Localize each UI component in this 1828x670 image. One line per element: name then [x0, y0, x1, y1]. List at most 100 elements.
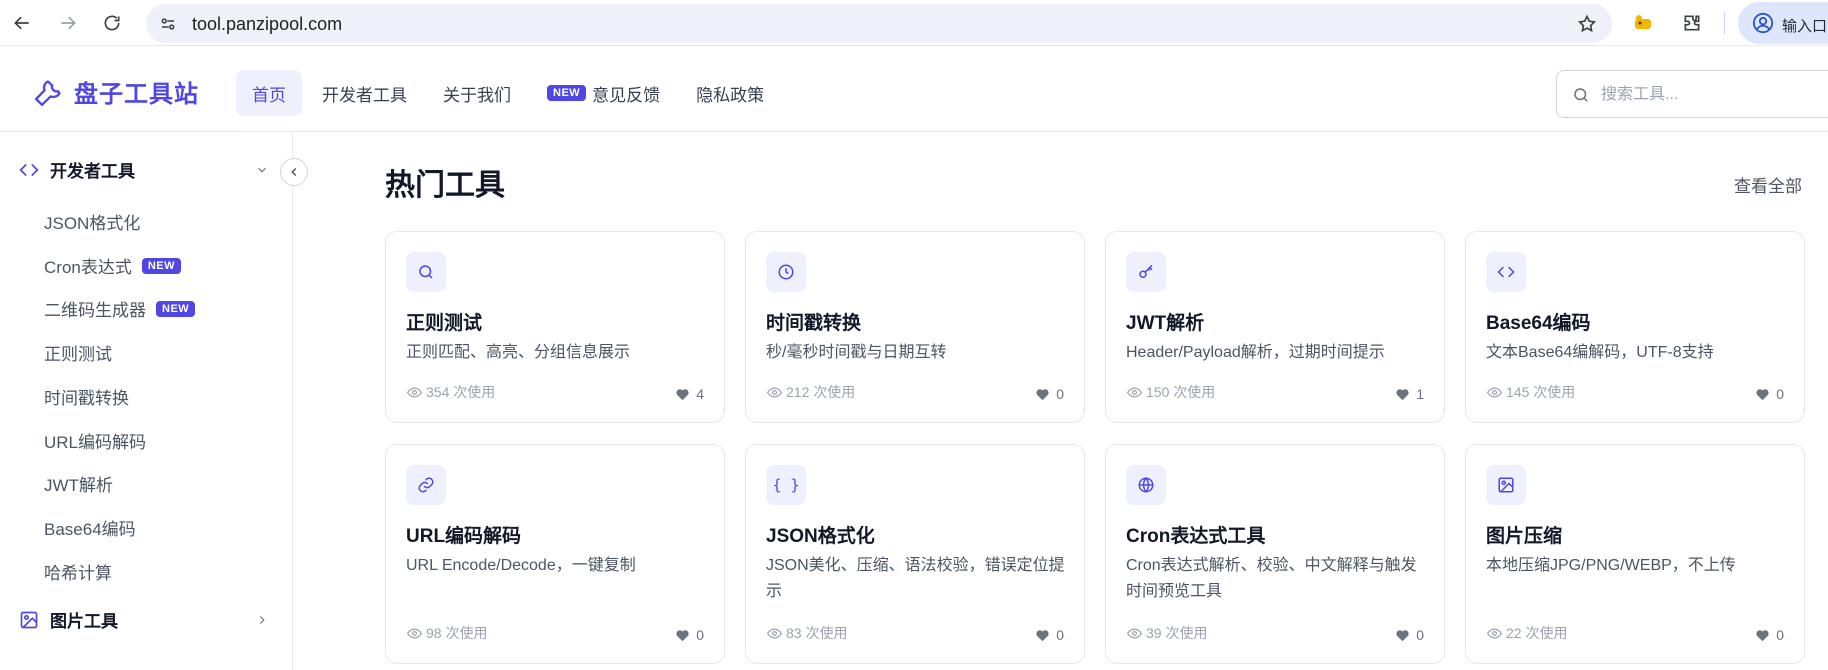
- like-button[interactable]: 0: [1034, 627, 1064, 643]
- like-count: 0: [1776, 627, 1784, 643]
- wrench-icon: [34, 77, 64, 107]
- site-logo[interactable]: 盘子工具站: [34, 74, 199, 109]
- sidebar-item-timestamp[interactable]: 时间戳转换: [44, 384, 129, 409]
- like-button[interactable]: 0: [1754, 627, 1784, 643]
- usage-text: 98 次使用: [426, 625, 488, 641]
- tool-card-cron[interactable]: Cron表达式工具 Cron表达式解析、校验、中文解释与触发时间预览工具 39 …: [1105, 444, 1445, 664]
- view-all-link[interactable]: 查看全部: [1734, 172, 1802, 197]
- card-description: URL Encode/Decode，一键复制: [406, 557, 636, 574]
- bookmark-star-icon[interactable]: [1576, 13, 1598, 35]
- usage-text: 22 次使用: [1506, 625, 1568, 641]
- usage-count: 150 次使用: [1126, 382, 1215, 402]
- card-title: URL编码解码: [406, 526, 522, 547]
- sidebar-item-regex[interactable]: 正则测试: [44, 340, 112, 365]
- heart-icon: [1034, 386, 1050, 402]
- sidebar-group-developer-tools[interactable]: 开发者工具: [18, 157, 270, 182]
- card-title: Base64编码: [1486, 313, 1591, 334]
- heart-icon: [1394, 627, 1410, 643]
- profile-label: 输入口: [1782, 18, 1828, 35]
- nav-feedback-label: 意见反馈: [592, 85, 661, 105]
- sidebar-item-label: Cron表达式: [44, 258, 132, 277]
- chevron-down-icon[interactable]: [254, 162, 270, 178]
- usage-count: 83 次使用: [766, 623, 847, 643]
- sidebar-item-cron[interactable]: Cron表达式 NEW: [44, 253, 182, 278]
- eye-icon: [1486, 384, 1502, 400]
- globe-icon: [1126, 465, 1166, 505]
- like-button[interactable]: 0: [1034, 386, 1064, 402]
- eye-icon: [766, 625, 782, 641]
- nav-home-label: 首页: [252, 85, 286, 105]
- nav-home[interactable]: 首页: [236, 70, 302, 116]
- tool-card-jwt[interactable]: JWT解析 Header/Payload解析，过期时间提示 150 次使用 1: [1105, 231, 1445, 423]
- tool-card-json[interactable]: { } JSON格式化 JSON美化、压缩、语法校验，错误定位提示 83 次使用…: [745, 444, 1085, 664]
- back-icon[interactable]: [8, 9, 36, 37]
- search-icon: [406, 252, 446, 292]
- eye-icon: [766, 384, 782, 400]
- nav-about[interactable]: 关于我们: [427, 70, 527, 116]
- like-button[interactable]: 0: [674, 627, 704, 643]
- like-button[interactable]: 0: [1754, 386, 1784, 402]
- tool-card-base64[interactable]: Base64编码 文本Base64编解码，UTF-8支持 145 次使用 0: [1465, 231, 1805, 423]
- code-icon: [18, 159, 40, 181]
- sidebar-item-url[interactable]: URL编码解码: [44, 428, 146, 453]
- sidebar-collapse-button[interactable]: [280, 158, 308, 186]
- extension-icon[interactable]: [1630, 9, 1658, 37]
- usage-count: 22 次使用: [1486, 623, 1567, 643]
- like-count: 0: [1056, 627, 1064, 643]
- search-input[interactable]: [1601, 83, 1801, 107]
- like-button[interactable]: 0: [1394, 627, 1424, 643]
- nav-feedback[interactable]: NEW 意见反馈: [531, 70, 676, 116]
- tool-card-timestamp[interactable]: 时间戳转换 秒/毫秒时间戳与日期互转 212 次使用 0: [745, 231, 1085, 423]
- tool-card-regex[interactable]: 正则测试 正则匹配、高亮、分组信息展示 354 次使用 4: [385, 231, 725, 423]
- heart-icon: [1034, 627, 1050, 643]
- nav-developer-tools[interactable]: 开发者工具: [306, 70, 423, 116]
- browser-toolbar: tool.panzipool.com 输入口: [0, 0, 1828, 46]
- like-count: 0: [1416, 627, 1424, 643]
- sidebar-item-hash[interactable]: 哈希计算: [44, 559, 112, 584]
- usage-text: 83 次使用: [786, 625, 848, 641]
- sidebar-item-json[interactable]: JSON格式化: [44, 209, 140, 234]
- sidebar-item-label: URL编码解码: [44, 433, 147, 452]
- eye-icon: [1486, 625, 1502, 641]
- card-description: 本地压缩JPG/PNG/WEBP，不上传: [1486, 557, 1736, 574]
- sidebar-item-base64[interactable]: Base64编码: [44, 515, 136, 540]
- eye-icon: [406, 384, 422, 400]
- key-icon: [1126, 252, 1166, 292]
- site-settings-icon[interactable]: [158, 14, 178, 34]
- forward-icon[interactable]: [54, 9, 82, 37]
- usage-text: 354 次使用: [426, 384, 496, 400]
- card-title: 正则测试: [406, 313, 483, 334]
- sidebar-group-label: 开发者工具: [50, 162, 135, 181]
- chevron-right-icon[interactable]: [254, 612, 270, 628]
- extensions-puzzle-icon[interactable]: [1678, 9, 1706, 37]
- sidebar-item-jwt[interactable]: JWT解析: [44, 471, 113, 496]
- card-title: JSON格式化: [766, 526, 875, 547]
- sidebar-group-label: 图片工具: [50, 612, 118, 631]
- like-button[interactable]: 4: [674, 386, 704, 402]
- sidebar-group-image-tools[interactable]: 图片工具: [18, 607, 270, 632]
- search-box[interactable]: [1556, 70, 1828, 118]
- sidebar-item-label: 哈希计算: [44, 564, 112, 583]
- profile-avatar-icon: [1752, 12, 1774, 34]
- main-nav: 首页 开发者工具 关于我们 NEW 意见反馈 隐私政策: [236, 70, 784, 116]
- tool-card-url[interactable]: URL编码解码 URL Encode/Decode，一键复制 98 次使用 0: [385, 444, 725, 664]
- address-bar[interactable]: tool.panzipool.com: [146, 4, 1612, 43]
- usage-text: 150 次使用: [1146, 384, 1216, 400]
- sidebar-item-label: Base64编码: [44, 520, 136, 539]
- profile-button[interactable]: 输入口: [1738, 2, 1828, 44]
- usage-text: 145 次使用: [1506, 384, 1576, 400]
- new-badge: NEW: [141, 257, 182, 274]
- nav-privacy[interactable]: 隐私政策: [680, 70, 780, 116]
- chevron-left-icon: [291, 167, 297, 177]
- url-text[interactable]: tool.panzipool.com: [192, 14, 342, 35]
- reload-icon[interactable]: [98, 9, 126, 37]
- logo-text: 盘子工具站: [74, 81, 199, 108]
- tool-card-image-compress[interactable]: 图片压缩 本地压缩JPG/PNG/WEBP，不上传 22 次使用 0: [1465, 444, 1805, 664]
- sidebar-item-label: 二维码生成器: [44, 301, 146, 320]
- like-count: 4: [696, 386, 704, 402]
- like-button[interactable]: 1: [1394, 386, 1424, 402]
- heart-icon: [674, 386, 690, 402]
- sidebar-item-qrcode[interactable]: 二维码生成器 NEW: [44, 296, 196, 321]
- code-icon: [1486, 252, 1526, 292]
- sidebar-item-label: 正则测试: [44, 345, 112, 364]
